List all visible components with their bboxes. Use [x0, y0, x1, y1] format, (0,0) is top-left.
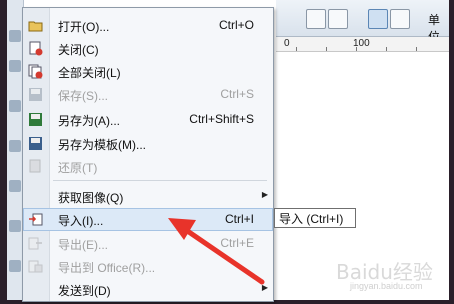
watermark-subtext: jingyan.baidu.com: [350, 281, 423, 291]
